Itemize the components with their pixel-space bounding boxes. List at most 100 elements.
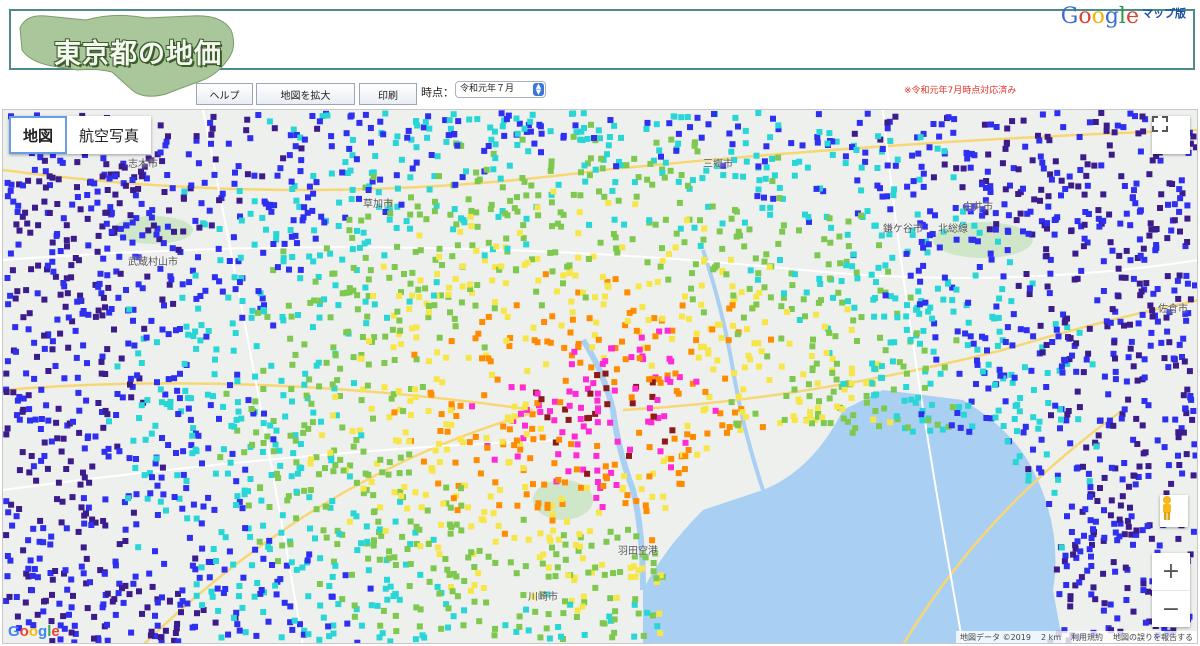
price-point-marker[interactable] <box>50 268 57 275</box>
price-point-marker[interactable] <box>1137 252 1144 259</box>
price-point-marker[interactable] <box>483 166 490 173</box>
price-point-marker[interactable] <box>84 360 90 367</box>
price-point-marker[interactable] <box>16 506 23 512</box>
price-point-marker[interactable] <box>239 314 246 321</box>
price-point-marker[interactable] <box>41 345 48 352</box>
price-point-marker[interactable] <box>594 372 601 378</box>
price-point-marker[interactable] <box>347 113 354 120</box>
price-point-marker[interactable] <box>549 511 556 518</box>
price-point-marker[interactable] <box>854 338 860 344</box>
price-point-marker[interactable] <box>728 148 735 155</box>
price-point-marker[interactable] <box>594 467 601 474</box>
price-point-marker[interactable] <box>1075 416 1082 423</box>
price-point-marker[interactable] <box>407 397 414 404</box>
price-point-marker[interactable] <box>613 163 620 170</box>
price-point-marker[interactable] <box>297 441 304 447</box>
price-point-marker[interactable] <box>802 313 808 320</box>
price-point-marker[interactable] <box>180 448 187 455</box>
price-point-marker[interactable] <box>294 470 301 477</box>
zoom-out-button[interactable]: − <box>1152 590 1190 628</box>
price-point-marker[interactable] <box>452 275 459 282</box>
price-point-marker[interactable] <box>809 343 816 350</box>
price-point-marker[interactable] <box>640 632 647 639</box>
price-point-marker[interactable] <box>229 320 236 327</box>
price-point-marker[interactable] <box>278 634 285 641</box>
price-point-marker[interactable] <box>1154 437 1161 444</box>
price-point-marker[interactable] <box>776 184 783 191</box>
price-point-marker[interactable] <box>317 555 324 562</box>
price-point-marker[interactable] <box>38 386 45 393</box>
price-point-marker[interactable] <box>554 220 561 227</box>
price-point-marker[interactable] <box>826 329 833 336</box>
price-point-marker[interactable] <box>447 211 454 218</box>
price-point-marker[interactable] <box>845 298 851 305</box>
price-point-marker[interactable] <box>378 532 385 539</box>
price-point-marker[interactable] <box>1112 355 1118 362</box>
price-point-marker[interactable] <box>453 221 460 228</box>
price-point-marker[interactable] <box>1072 250 1079 257</box>
price-point-marker[interactable] <box>445 291 452 298</box>
price-point-marker[interactable] <box>694 148 701 155</box>
price-point-marker[interactable] <box>665 276 672 283</box>
price-point-marker[interactable] <box>474 223 481 230</box>
price-point-marker[interactable] <box>830 294 836 301</box>
price-point-marker[interactable] <box>1115 265 1122 272</box>
price-point-marker[interactable] <box>1183 451 1190 458</box>
price-point-marker[interactable] <box>287 335 294 342</box>
price-point-marker[interactable] <box>466 116 473 123</box>
price-point-marker[interactable] <box>1136 208 1143 215</box>
price-point-marker[interactable] <box>436 245 443 252</box>
price-point-marker[interactable] <box>465 354 472 361</box>
price-point-marker[interactable] <box>676 199 683 206</box>
price-point-marker[interactable] <box>358 540 365 547</box>
price-point-marker[interactable] <box>863 380 870 387</box>
price-point-marker[interactable] <box>953 165 960 172</box>
price-point-marker[interactable] <box>684 431 691 438</box>
price-point-marker[interactable] <box>123 222 130 229</box>
price-point-marker[interactable] <box>698 282 705 289</box>
price-point-marker[interactable] <box>1168 227 1175 234</box>
price-point-marker[interactable] <box>1020 117 1027 124</box>
price-point-marker[interactable] <box>1039 349 1046 356</box>
price-point-marker[interactable] <box>419 384 426 390</box>
price-point-marker[interactable] <box>458 299 465 306</box>
price-point-marker[interactable] <box>879 375 886 381</box>
price-point-marker[interactable] <box>1029 157 1036 164</box>
price-point-marker[interactable] <box>554 564 561 571</box>
price-point-marker[interactable] <box>1086 546 1093 553</box>
price-point-marker[interactable] <box>230 614 237 621</box>
price-point-marker[interactable] <box>1011 374 1018 381</box>
price-point-marker[interactable] <box>619 486 626 493</box>
price-point-marker[interactable] <box>566 388 573 395</box>
price-point-marker[interactable] <box>807 413 814 420</box>
price-point-marker[interactable] <box>1011 416 1018 422</box>
price-point-marker[interactable] <box>1106 142 1113 149</box>
price-point-marker[interactable] <box>755 163 762 170</box>
price-point-marker[interactable] <box>768 336 774 343</box>
price-point-marker[interactable] <box>49 591 55 598</box>
price-point-marker[interactable] <box>118 355 125 362</box>
price-point-marker[interactable] <box>656 147 663 154</box>
price-point-marker[interactable] <box>234 371 241 378</box>
price-point-marker[interactable] <box>196 574 203 581</box>
price-point-marker[interactable] <box>804 164 811 171</box>
price-point-marker[interactable] <box>1026 285 1033 292</box>
price-point-marker[interactable] <box>20 182 26 189</box>
price-point-marker[interactable] <box>420 458 427 465</box>
price-point-marker[interactable] <box>1000 423 1007 429</box>
price-point-marker[interactable] <box>130 509 137 516</box>
price-point-marker[interactable] <box>265 618 272 625</box>
price-point-marker[interactable] <box>260 522 267 529</box>
price-point-marker[interactable] <box>1077 548 1084 555</box>
price-point-marker[interactable] <box>1062 186 1069 192</box>
price-point-marker[interactable] <box>964 342 971 349</box>
price-point-marker[interactable] <box>358 355 365 362</box>
price-point-marker[interactable] <box>1081 191 1088 198</box>
price-point-marker[interactable] <box>1087 493 1093 500</box>
price-point-marker[interactable] <box>339 290 346 297</box>
price-point-marker[interactable] <box>638 486 645 493</box>
price-point-marker[interactable] <box>1141 356 1148 363</box>
price-point-marker[interactable] <box>732 409 738 416</box>
price-point-marker[interactable] <box>662 216 669 223</box>
price-point-marker[interactable] <box>340 467 347 474</box>
